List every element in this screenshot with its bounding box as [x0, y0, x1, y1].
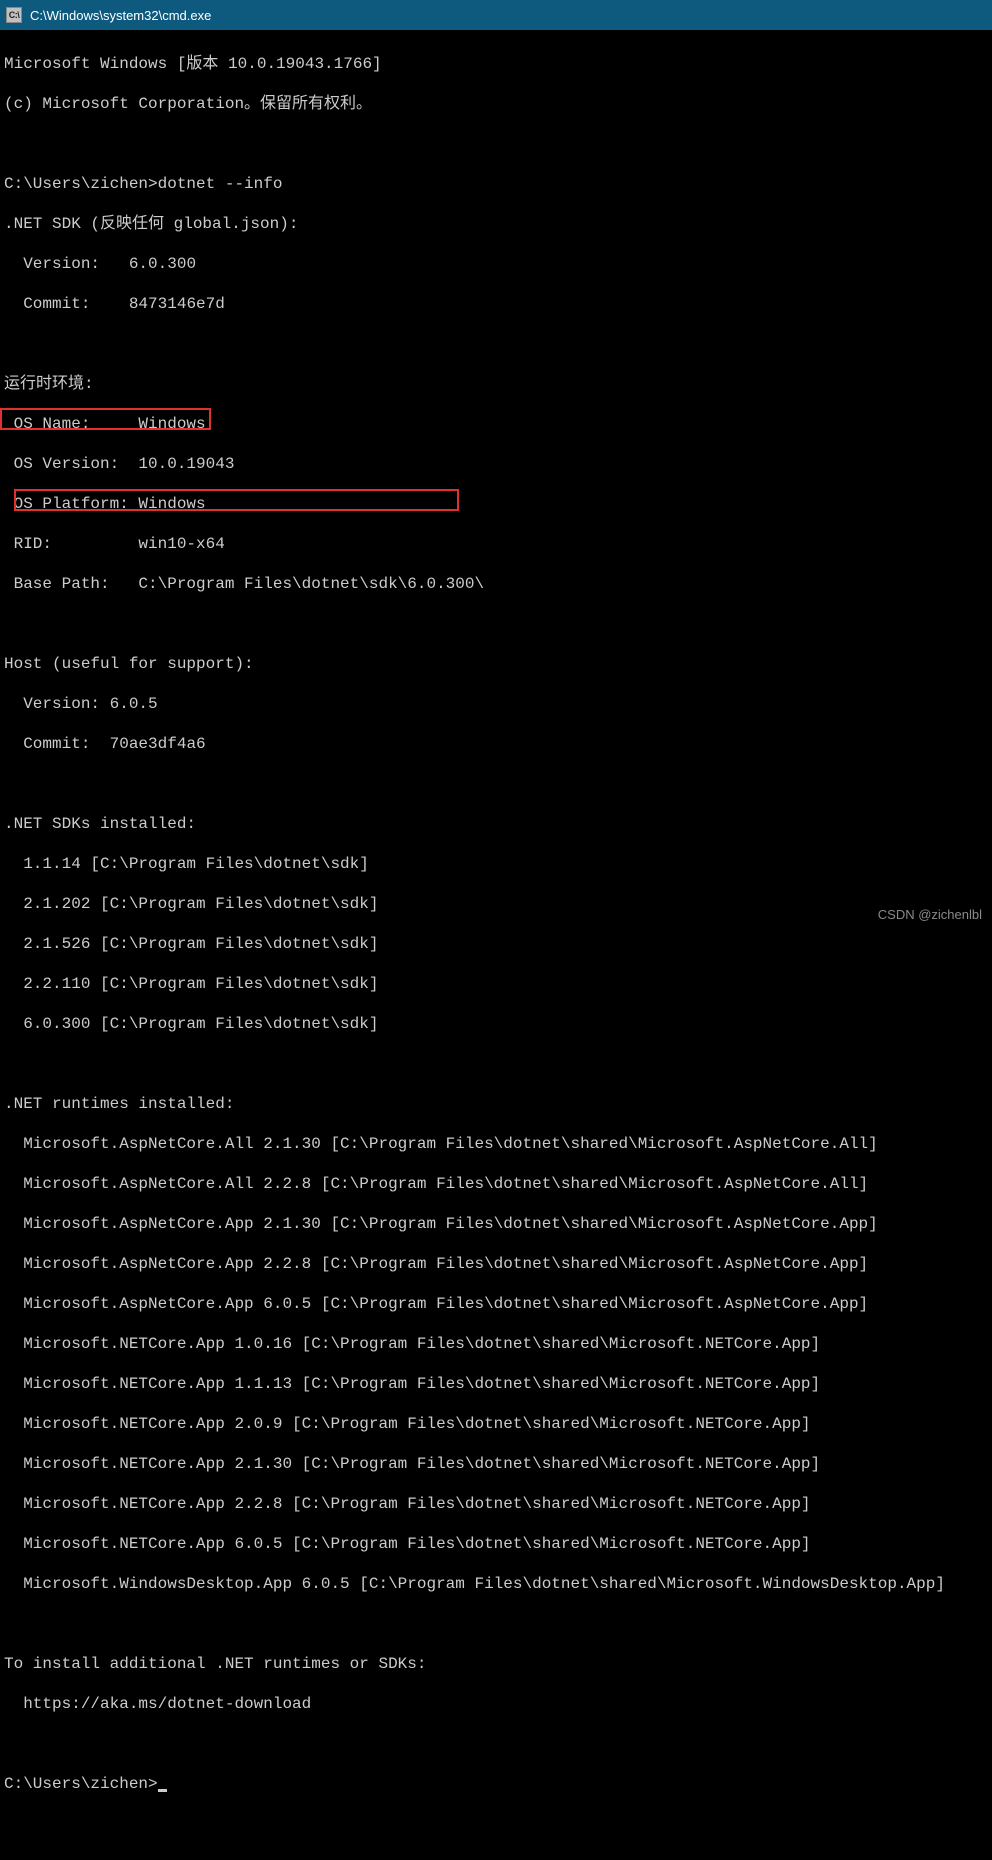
cursor	[158, 1789, 167, 1792]
runtime-item: Microsoft.NETCore.App 1.0.16 [C:\Program…	[4, 1334, 988, 1354]
info-line: Version: 6.0.5	[4, 694, 988, 714]
runtime-item: Microsoft.AspNetCore.All 2.2.8 [C:\Progr…	[4, 1174, 988, 1194]
blank-line	[4, 1054, 988, 1074]
prompt-path: C:\Users\zichen>	[4, 175, 158, 193]
runtime-item: Microsoft.AspNetCore.App 2.2.8 [C:\Progr…	[4, 1254, 988, 1274]
info-line: Base Path: C:\Program Files\dotnet\sdk\6…	[4, 574, 988, 594]
section-header: 运行时环境:	[4, 374, 988, 394]
info-line: Commit: 70ae3df4a6	[4, 734, 988, 754]
prompt-line: C:\Users\zichen>	[4, 1774, 988, 1794]
runtime-item: Microsoft.NETCore.App 2.0.9 [C:\Program …	[4, 1414, 988, 1434]
section-header: .NET runtimes installed:	[4, 1094, 988, 1114]
runtime-item: Microsoft.AspNetCore.App 6.0.5 [C:\Progr…	[4, 1294, 988, 1314]
info-line: Commit: 8473146e7d	[4, 294, 988, 314]
install-more-link: https://aka.ms/dotnet-download	[4, 1694, 988, 1714]
info-line: RID: win10-x64	[4, 534, 988, 554]
runtime-item: Microsoft.WindowsDesktop.App 6.0.5 [C:\P…	[4, 1574, 988, 1594]
prompt-line: C:\Users\zichen>dotnet --info	[4, 174, 988, 194]
section-header: Host (useful for support):	[4, 654, 988, 674]
info-line: OS Platform: Windows	[4, 494, 988, 514]
runtime-item: Microsoft.NETCore.App 6.0.5 [C:\Program …	[4, 1534, 988, 1554]
section-header: .NET SDK (反映任何 global.json):	[4, 214, 988, 234]
sdk-item: 6.0.300 [C:\Program Files\dotnet\sdk]	[4, 1014, 988, 1034]
runtime-item: Microsoft.NETCore.App 1.1.13 [C:\Program…	[4, 1374, 988, 1394]
sdk-item: 2.2.110 [C:\Program Files\dotnet\sdk]	[4, 974, 988, 994]
banner-line: Microsoft Windows [版本 10.0.19043.1766]	[4, 54, 988, 74]
blank-line	[4, 1734, 988, 1754]
sdk-item: 2.1.202 [C:\Program Files\dotnet\sdk]	[4, 894, 988, 914]
sdk-item: 2.1.526 [C:\Program Files\dotnet\sdk]	[4, 934, 988, 954]
blank-line	[4, 774, 988, 794]
command-text: dotnet --info	[158, 175, 283, 193]
window-title: C:\Windows\system32\cmd.exe	[30, 8, 211, 23]
info-line: Version: 6.0.300	[4, 254, 988, 274]
runtime-item: Microsoft.AspNetCore.All 2.1.30 [C:\Prog…	[4, 1134, 988, 1154]
runtime-item: Microsoft.AspNetCore.App 2.1.30 [C:\Prog…	[4, 1214, 988, 1234]
blank-line	[4, 334, 988, 354]
banner-line: (c) Microsoft Corporation。保留所有权利。	[4, 94, 988, 114]
info-line: OS Name: Windows	[4, 414, 988, 434]
info-line: OS Version: 10.0.19043	[4, 454, 988, 474]
prompt-path: C:\Users\zichen>	[4, 1775, 158, 1793]
install-more-line: To install additional .NET runtimes or S…	[4, 1654, 988, 1674]
titlebar[interactable]: C:\ C:\Windows\system32\cmd.exe	[0, 0, 992, 30]
blank-line	[4, 614, 988, 634]
runtime-item: Microsoft.NETCore.App 2.1.30 [C:\Program…	[4, 1454, 988, 1474]
runtime-item: Microsoft.NETCore.App 2.2.8 [C:\Program …	[4, 1494, 988, 1514]
terminal-area[interactable]: Microsoft Windows [版本 10.0.19043.1766] (…	[0, 30, 992, 1860]
section-header: .NET SDKs installed:	[4, 814, 988, 834]
sdk-item: 1.1.14 [C:\Program Files\dotnet\sdk]	[4, 854, 988, 874]
blank-line	[4, 1614, 988, 1634]
watermark: CSDN @zichenlbl	[878, 907, 982, 922]
blank-line	[4, 134, 988, 154]
cmd-icon: C:\	[6, 7, 22, 23]
